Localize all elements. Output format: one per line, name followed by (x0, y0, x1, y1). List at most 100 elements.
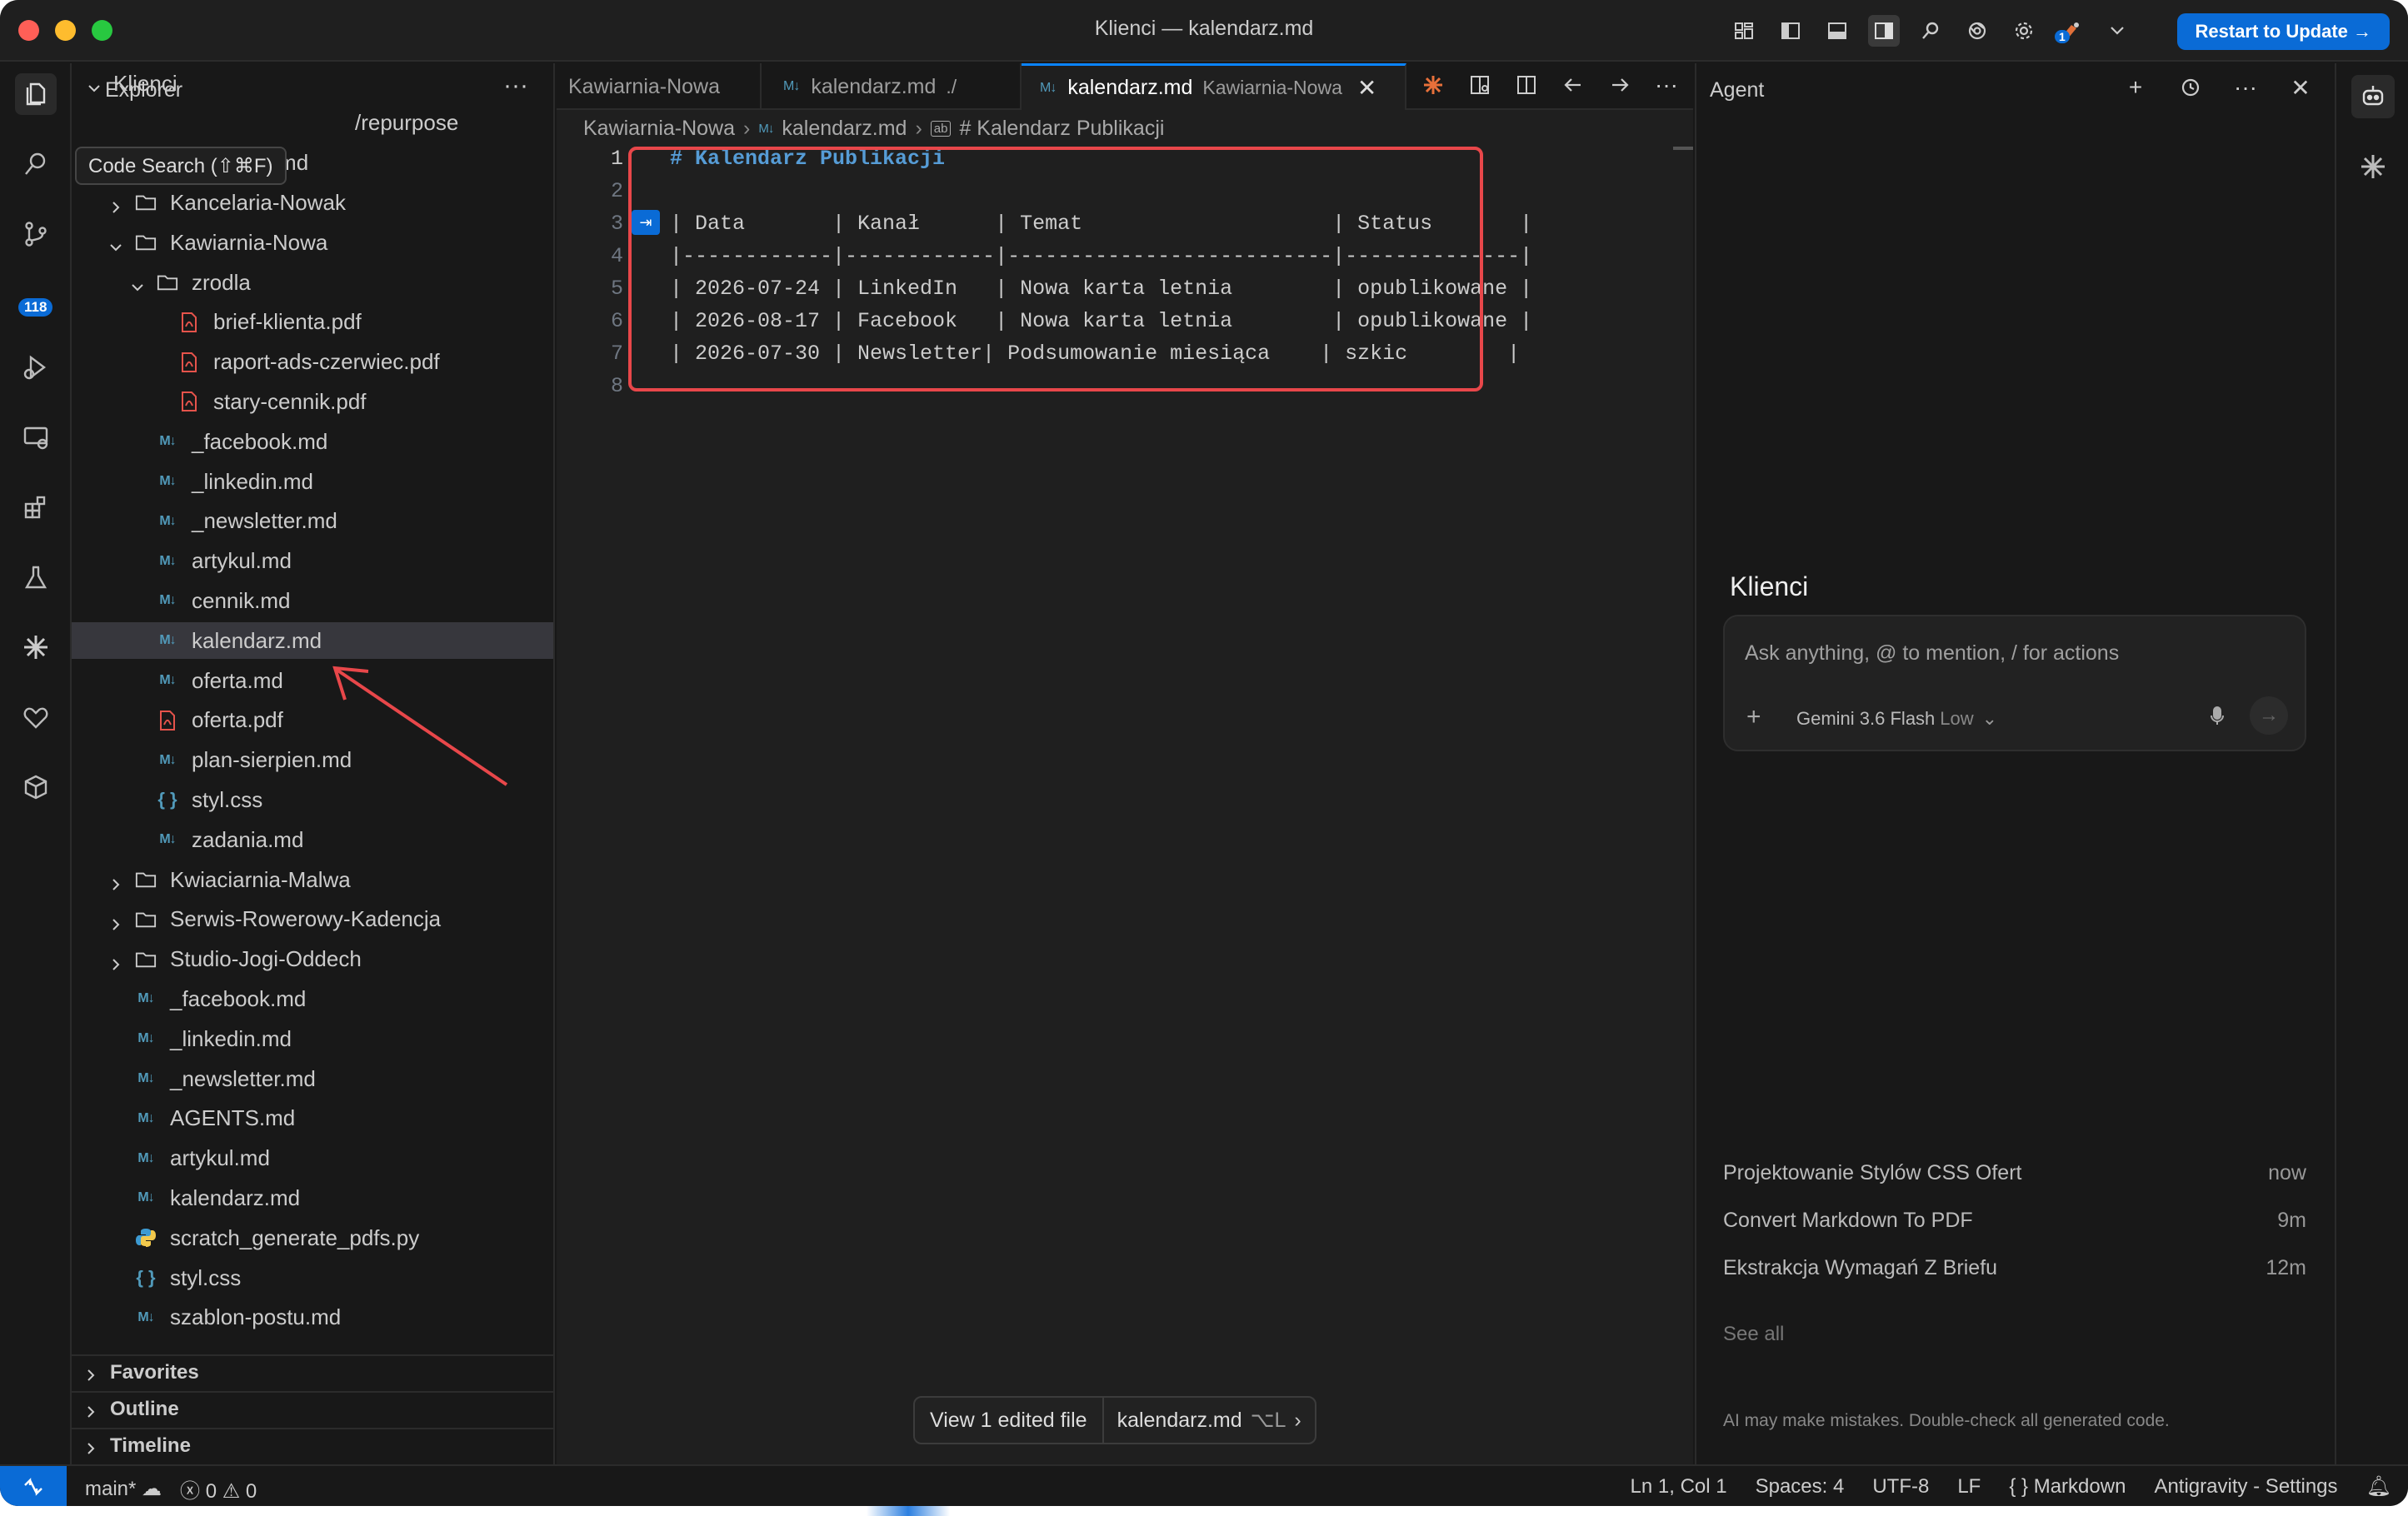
agent-spark-icon[interactable] (2351, 145, 2395, 188)
run-debug-icon[interactable] (15, 347, 57, 388)
markdown-icon: M↓ (159, 474, 176, 488)
search-icon[interactable] (1915, 15, 1946, 47)
cloud-sync-icon: ☁ (142, 1478, 162, 1500)
folder-icon (135, 869, 157, 890)
agent-robot-icon[interactable] (2351, 75, 2395, 118)
tree-item[interactable]: M↓ cennik.md (72, 582, 553, 619)
tab-kawiarnia-nowa[interactable]: Kawiarnia-Nowa (557, 63, 762, 110)
tree-item[interactable]: M↓ kalendarz.md (72, 622, 553, 660)
search-icon[interactable] (15, 143, 57, 185)
tab-kalendarz-root[interactable]: M↓ kalendarz.md ./ (762, 63, 1022, 110)
open-preview-icon[interactable] (1465, 70, 1495, 100)
encoding[interactable]: UTF-8 (1872, 1475, 1929, 1499)
breadcrumb-symbol[interactable]: # Kalendarz Publikacji (959, 117, 1164, 141)
tree-item[interactable]: Kawiarnia-Nowa (72, 224, 553, 261)
arrow-right-icon[interactable] (1605, 70, 1635, 100)
tree-item[interactable]: Kwiaciarnia-Malwa (72, 861, 553, 898)
tree-item[interactable]: M↓ _facebook.md (72, 980, 553, 1017)
scrollbar[interactable] (1673, 147, 1693, 150)
heart-icon[interactable] (15, 696, 57, 738)
tree-item[interactable]: brief-klienta.pdf (72, 304, 553, 341)
section-timeline[interactable]: Timeline (72, 1428, 553, 1463)
notifications-icon[interactable]: 1 (2055, 15, 2086, 47)
tree-item[interactable]: Studio-Jogi-Oddech (72, 941, 553, 978)
breadcrumb-file[interactable]: kalendarz.md (782, 117, 907, 141)
tree-item[interactable]: M↓ _linkedin.md (72, 1020, 553, 1057)
model-selector[interactable]: Gemini 3.6 Flash Low ⌄ (1796, 708, 1997, 730)
edited-files-chip[interactable]: View 1 edited file kalendarz.md ⌥L › (913, 1396, 1316, 1444)
tree-item[interactable]: M↓ zadania.md (72, 821, 553, 858)
tree-item[interactable]: M↓ _newsletter.md (72, 503, 553, 540)
source-control-icon[interactable] (15, 213, 57, 255)
pdf-icon (157, 710, 178, 731)
agent-spark-icon[interactable] (15, 626, 57, 668)
tree-item[interactable]: Klienci (72, 65, 553, 102)
section-favorites[interactable]: Favorites (72, 1354, 553, 1389)
branch-indicator[interactable]: main* ☁ (85, 1477, 162, 1501)
tab-accept-icon[interactable]: ⇥ (632, 210, 660, 235)
agent-spark-icon[interactable] (1418, 70, 1448, 100)
breadcrumb-folder[interactable]: Kawiarnia-Nowa (583, 117, 735, 141)
chevron-down-icon[interactable] (2101, 15, 2133, 47)
conversation-item[interactable]: Ekstrakcja Wymagań Z Briefu 12m (1723, 1256, 2306, 1289)
restart-to-update-button[interactable]: Restart to Update → (2176, 13, 2390, 50)
close-icon[interactable]: ✕ (2286, 73, 2315, 102)
arrow-left-icon[interactable] (1558, 70, 1588, 100)
send-button[interactable]: → (2250, 696, 2288, 735)
remote-explorer-icon[interactable] (15, 416, 57, 458)
tree-item[interactable]: zrodla (72, 264, 553, 301)
tree-item[interactable]: stary-cennik.pdf (72, 383, 553, 420)
toggle-panel-icon[interactable] (1821, 15, 1853, 47)
extensions-icon[interactable] (15, 486, 57, 528)
explorer-icon[interactable] (15, 73, 57, 115)
see-all-link[interactable]: See all (1723, 1323, 1784, 1346)
language-mode[interactable]: { } Markdown (2009, 1475, 2126, 1499)
browser-icon[interactable] (1961, 15, 1993, 47)
tree-item[interactable]: raport-ads-czerwiec.pdf (72, 344, 553, 381)
tab-kalendarz-active[interactable]: M↓ kalendarz.md Kawiarnia-Nowa ✕ (1022, 63, 1406, 110)
testing-icon[interactable] (15, 556, 57, 598)
gear-icon[interactable] (2008, 15, 2040, 47)
toggle-secondary-sidebar-icon[interactable] (1868, 15, 1900, 47)
tab-bar: Kawiarnia-Nowa M↓ kalendarz.md ./ M↓ kalend… (557, 63, 1693, 110)
customize-layout-icon[interactable] (1728, 15, 1760, 47)
indentation[interactable]: Spaces: 4 (1756, 1475, 1845, 1499)
tree-item[interactable]: M↓ kalendarz.md (72, 1179, 553, 1216)
tree-item[interactable]: M↓ artykul.md (72, 1140, 553, 1177)
cube-icon[interactable] (15, 766, 57, 808)
bell-icon[interactable]: 🔔︎ (2366, 1474, 2391, 1499)
edited-file-link[interactable]: kalendarz.md ⌥L › (1104, 1408, 1315, 1433)
tree-item[interactable]: M↓ szablon-postu.md (72, 1299, 553, 1336)
tree-item-label: raport-ads-czerwiec.pdf (213, 349, 440, 375)
problems-indicator[interactable]: ⓧ 0 ⚠ 0 (180, 1474, 257, 1504)
split-editor-icon[interactable] (1511, 70, 1541, 100)
chevron-right-icon: › (1294, 1408, 1301, 1432)
tree-item[interactable]: Serwis-Rowerowy-Kadencja (72, 901, 553, 938)
line-ending[interactable]: LF (1957, 1475, 1981, 1499)
close-tab-icon[interactable]: ✕ (1357, 74, 1376, 102)
remote-indicator-icon[interactable] (0, 1466, 67, 1506)
new-chat-icon[interactable]: + (2121, 73, 2150, 102)
more-icon[interactable]: ··· (2231, 73, 2260, 102)
tree-item[interactable]: Kancelaria-Nowak (72, 184, 553, 221)
toggle-primary-sidebar-icon[interactable] (1775, 15, 1806, 47)
tree-item[interactable]: M↓ AGENTS.md (72, 1100, 553, 1137)
tree-item[interactable]: M↓ _linkedin.md (72, 463, 553, 500)
conversation-item[interactable]: Projektowanie Stylów CSS Ofert now (1723, 1161, 2306, 1194)
tree-item[interactable]: scratch_generate_pdfs.py (72, 1219, 553, 1256)
more-actions-icon[interactable]: ··· (1651, 70, 1681, 100)
tree-item[interactable]: { } styl.css (72, 1259, 553, 1296)
settings-link[interactable]: Antigravity - Settings (2154, 1475, 2337, 1499)
add-context-icon[interactable]: + (1746, 703, 1761, 731)
section-outline[interactable]: Outline (72, 1391, 553, 1426)
conversation-item[interactable]: Convert Markdown To PDF 9m (1723, 1209, 2306, 1242)
view-edited-files-button[interactable]: View 1 edited file (915, 1398, 1104, 1443)
cursor-position[interactable]: Ln 1, Col 1 (1631, 1475, 1727, 1499)
tree-item[interactable]: M↓ artykul.md (72, 543, 553, 580)
microphone-icon[interactable] (2205, 703, 2230, 728)
history-icon[interactable] (2176, 73, 2205, 102)
tree-item[interactable]: M↓ _newsletter.md (72, 1060, 553, 1097)
chat-input[interactable]: Ask anything, @ to mention, / for action… (1745, 641, 2119, 666)
tree-item[interactable]: /repurpose (72, 105, 553, 142)
tree-item[interactable]: M↓ _facebook.md (72, 423, 553, 460)
